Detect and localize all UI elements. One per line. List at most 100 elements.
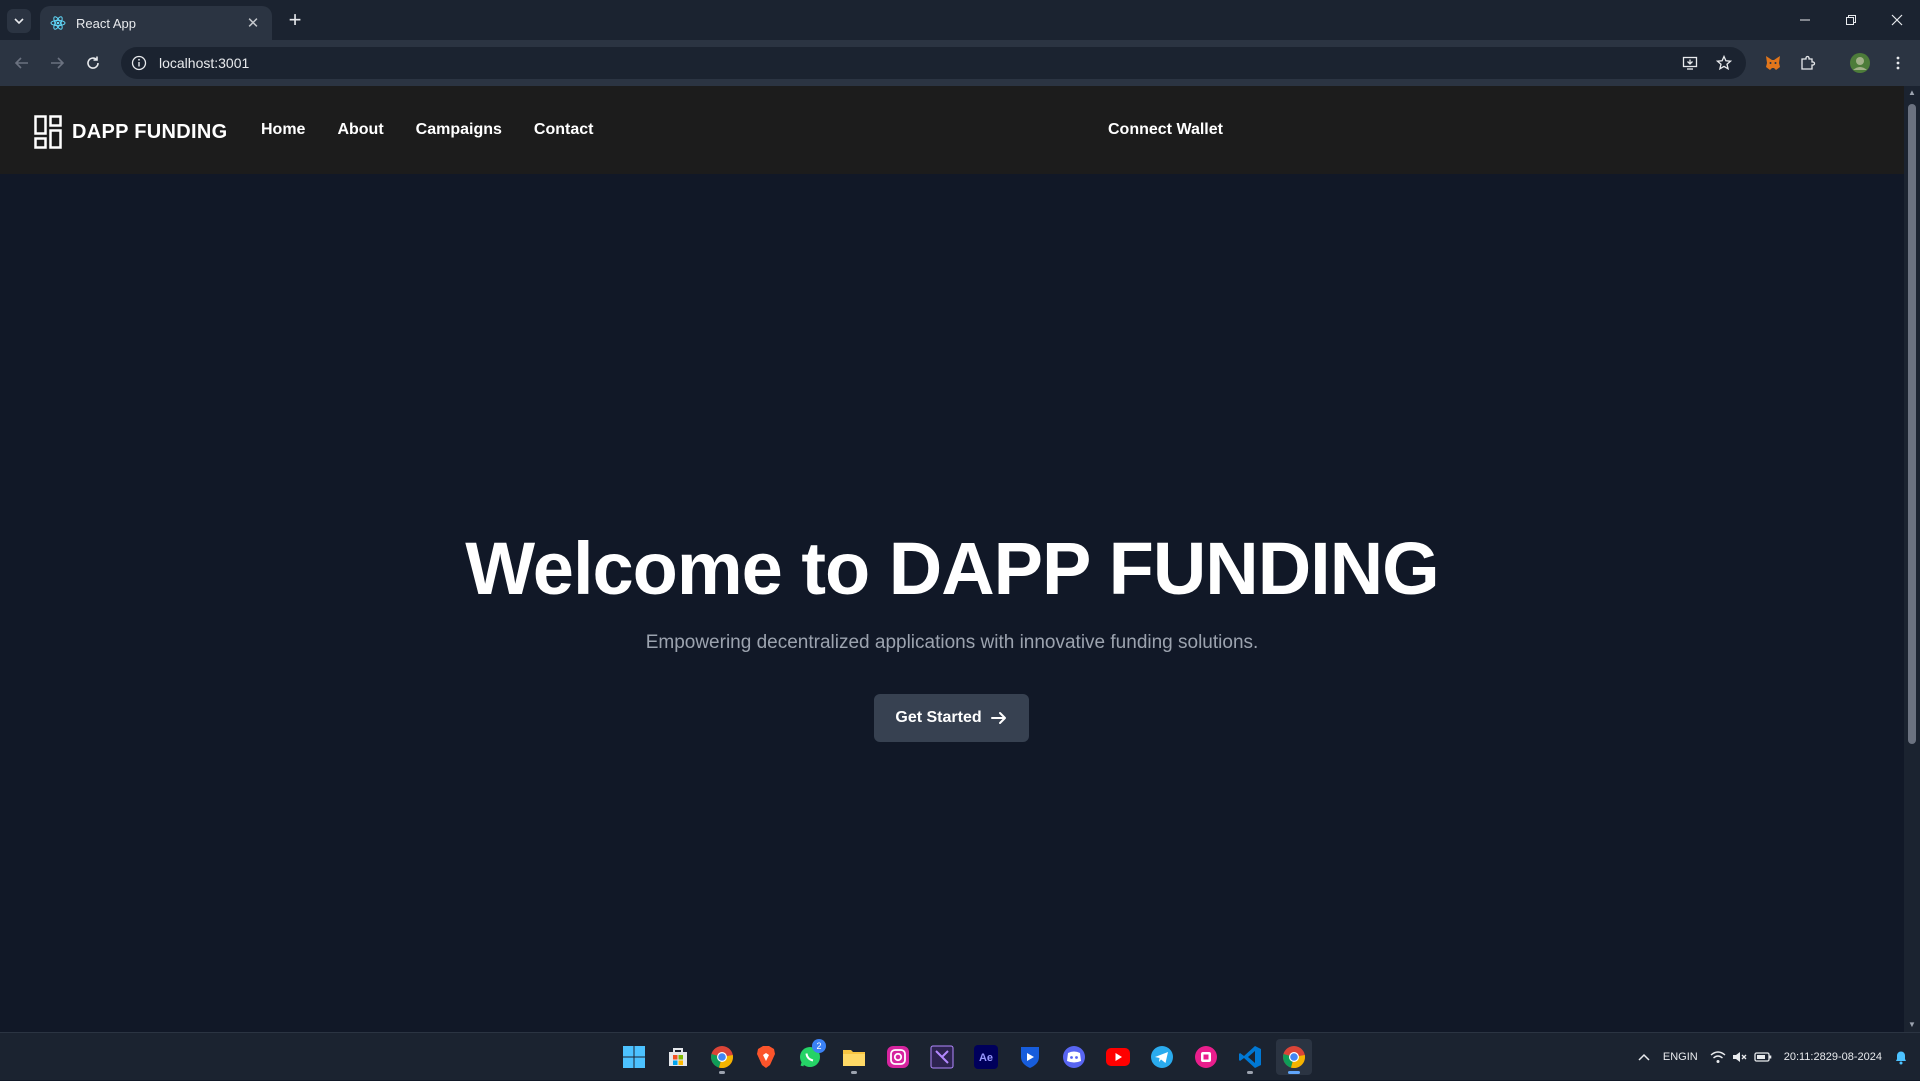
taskbar-chrome-active[interactable] bbox=[1276, 1039, 1312, 1075]
brand-name: DAPP FUNDING bbox=[72, 120, 228, 143]
taskbar-telegram[interactable] bbox=[1144, 1039, 1180, 1075]
muted-speaker-icon bbox=[1732, 1052, 1747, 1062]
metamask-icon bbox=[1766, 56, 1780, 70]
date-text: 29-08-2024 bbox=[1825, 1050, 1882, 1063]
language-indicator[interactable]: ENG IN bbox=[1663, 1050, 1698, 1065]
avatar bbox=[1850, 53, 1870, 73]
nav-link-contact[interactable]: Contact bbox=[534, 121, 594, 139]
taskbar-chrome[interactable] bbox=[704, 1039, 740, 1075]
close-window-button[interactable] bbox=[1874, 0, 1920, 40]
close-icon bbox=[1891, 14, 1903, 26]
chrome-active-icon bbox=[1283, 1046, 1305, 1069]
language-code: ENG bbox=[1662, 1050, 1687, 1063]
browser-toolbar: localhost:3001 bbox=[0, 40, 1920, 86]
more-vert-icon bbox=[1896, 56, 1900, 70]
taskbar-vscode[interactable] bbox=[1232, 1039, 1268, 1075]
scroll-down-icon[interactable]: ▼ bbox=[1904, 1018, 1920, 1032]
back-arrow-icon bbox=[14, 57, 28, 69]
browser-tab[interactable]: React App ✕ bbox=[40, 6, 272, 40]
show-hidden-icons-button[interactable] bbox=[1637, 1050, 1651, 1064]
hero-subtitle: Empowering decentralized applications wi… bbox=[645, 632, 1259, 653]
taskbar-apps: 2 Ae bbox=[616, 1039, 1320, 1075]
get-started-button[interactable]: Get Started bbox=[874, 694, 1029, 742]
page-scrollbar[interactable]: ▲ ▼ bbox=[1904, 86, 1920, 1032]
chevron-down-icon bbox=[14, 18, 24, 25]
taskbar-instagram[interactable] bbox=[880, 1039, 916, 1075]
time-text: 20:11:28 bbox=[1783, 1050, 1826, 1063]
bookmark-button[interactable] bbox=[1712, 51, 1736, 75]
url-text[interactable]: localhost:3001 bbox=[159, 55, 1678, 71]
nav-link-about[interactable]: About bbox=[337, 121, 383, 139]
taskbar-visual-studio[interactable] bbox=[924, 1039, 960, 1075]
running-indicator bbox=[851, 1071, 857, 1074]
address-bar[interactable]: localhost:3001 bbox=[121, 47, 1746, 79]
hero-title: Welcome to DAPP FUNDING bbox=[465, 527, 1439, 610]
site-info-icon[interactable] bbox=[131, 55, 147, 71]
nav-link-campaigns[interactable]: Campaigns bbox=[416, 121, 502, 139]
network-volume-battery[interactable] bbox=[1710, 1050, 1772, 1064]
wifi-icon bbox=[1710, 1051, 1726, 1063]
restore-icon bbox=[1846, 15, 1856, 25]
forward-arrow-icon bbox=[51, 57, 65, 69]
taskbar-discord[interactable] bbox=[1056, 1039, 1092, 1075]
active-indicator bbox=[1288, 1071, 1300, 1074]
region-code: IN bbox=[1686, 1050, 1698, 1063]
react-icon bbox=[50, 16, 66, 30]
folder-icon bbox=[843, 1050, 865, 1066]
taskbar-bitwarden[interactable] bbox=[1012, 1039, 1048, 1075]
site-navbar: DAPP FUNDING Home About Campaigns Contac… bbox=[0, 86, 1904, 174]
connect-wallet-button[interactable]: Connect Wallet bbox=[1108, 121, 1223, 139]
install-app-button[interactable] bbox=[1678, 51, 1702, 75]
extensions-button[interactable] bbox=[1796, 51, 1820, 75]
new-tab-button[interactable]: + bbox=[283, 8, 307, 32]
minimize-icon bbox=[1800, 19, 1810, 21]
start-button[interactable] bbox=[616, 1039, 652, 1075]
windows-taskbar: 2 Ae ENG IN 20:11:28 29-08-2024 bbox=[0, 1032, 1920, 1080]
running-indicator bbox=[1247, 1071, 1253, 1074]
windows-start-icon bbox=[623, 1046, 645, 1068]
battery-icon bbox=[1754, 1052, 1772, 1062]
minimize-button[interactable] bbox=[1782, 0, 1828, 40]
taskbar-after-effects[interactable]: Ae bbox=[968, 1039, 1004, 1075]
nav-links: Home About Campaigns Contact bbox=[261, 121, 625, 139]
notifications-button[interactable] bbox=[1894, 1049, 1908, 1065]
install-icon bbox=[1682, 56, 1698, 70]
instagram-icon bbox=[887, 1046, 909, 1068]
taskbar-youtube[interactable] bbox=[1100, 1039, 1136, 1075]
scroll-up-icon[interactable]: ▲ bbox=[1904, 86, 1920, 100]
browser-tab-bar: React App ✕ + bbox=[0, 0, 1920, 40]
chevron-up-icon bbox=[1638, 1053, 1650, 1061]
notification-badge: 2 bbox=[812, 1039, 826, 1053]
visual-studio-icon bbox=[930, 1045, 954, 1069]
get-started-label: Get Started bbox=[895, 709, 982, 726]
metamask-extension-button[interactable] bbox=[1761, 51, 1785, 75]
star-icon bbox=[1716, 55, 1732, 71]
taskbar-app[interactable] bbox=[1188, 1039, 1224, 1075]
ae-label: Ae bbox=[979, 1052, 993, 1064]
nav-link-home[interactable]: Home bbox=[261, 121, 305, 139]
tab-search-button[interactable] bbox=[7, 9, 31, 33]
dashboard-grid-icon bbox=[34, 115, 62, 149]
tab-title: React App bbox=[76, 15, 136, 31]
taskbar-file-explorer[interactable] bbox=[836, 1039, 872, 1075]
taskbar-store[interactable] bbox=[660, 1039, 696, 1075]
taskbar-brave[interactable] bbox=[748, 1039, 784, 1075]
reload-button[interactable] bbox=[81, 51, 105, 75]
profile-button[interactable] bbox=[1848, 51, 1872, 75]
back-button[interactable] bbox=[10, 51, 34, 75]
page-viewport: DAPP FUNDING Home About Campaigns Contac… bbox=[0, 86, 1904, 1032]
store-icon bbox=[669, 1048, 687, 1066]
brand-logo[interactable]: DAPP FUNDING bbox=[34, 115, 227, 149]
browser-menu-button[interactable] bbox=[1886, 51, 1910, 75]
scrollbar-thumb[interactable] bbox=[1908, 104, 1916, 744]
brave-icon bbox=[757, 1046, 775, 1068]
running-indicator bbox=[719, 1071, 725, 1074]
bell-icon bbox=[1896, 1051, 1906, 1065]
discord-icon bbox=[1063, 1046, 1085, 1068]
tab-close-icon[interactable]: ✕ bbox=[244, 14, 262, 32]
clock[interactable]: 20:11:28 29-08-2024 bbox=[1784, 1050, 1882, 1065]
forward-button[interactable] bbox=[45, 51, 69, 75]
taskbar-whatsapp[interactable]: 2 bbox=[792, 1039, 828, 1075]
system-tray: ENG IN 20:11:28 29-08-2024 bbox=[1637, 1033, 1920, 1081]
restore-button[interactable] bbox=[1828, 0, 1874, 40]
